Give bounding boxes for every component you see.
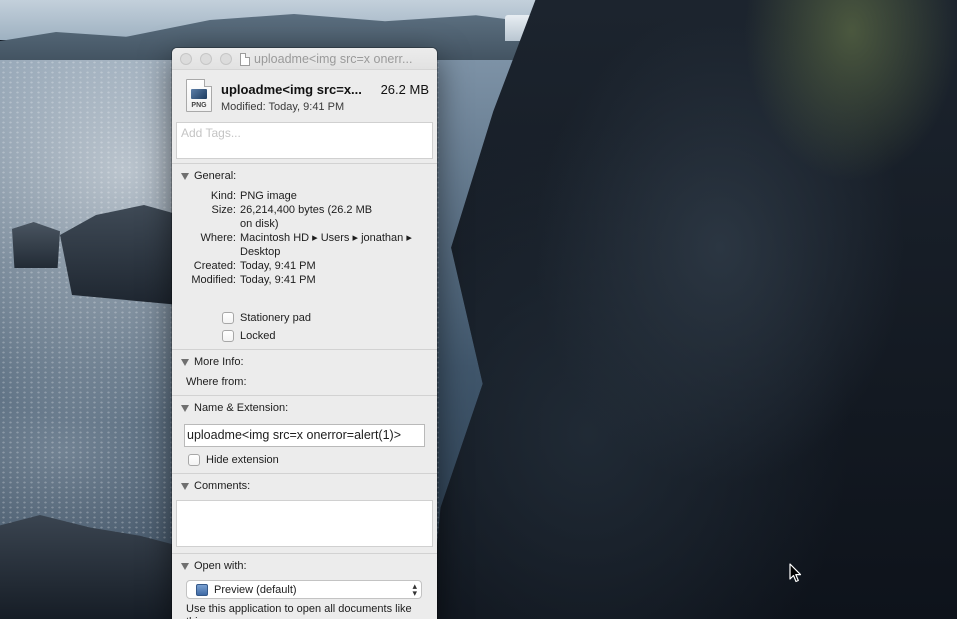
- stationery-pad-label: Stationery pad: [240, 312, 311, 324]
- kind-label: Kind:: [210, 190, 236, 202]
- popup-arrows-icon: ▴ ▾: [412, 580, 417, 598]
- minimize-icon[interactable]: [200, 53, 212, 65]
- hide-extension-label: Hide extension: [206, 454, 279, 466]
- comments-textarea[interactable]: [176, 500, 433, 547]
- close-icon[interactable]: [180, 53, 192, 65]
- locked-checkbox[interactable]: [222, 330, 234, 342]
- name-extension-header-label: Name & Extension:: [194, 402, 289, 414]
- name-extension-header[interactable]: Name & Extension:: [172, 400, 437, 416]
- disclosure-triangle-icon[interactable]: [181, 562, 189, 570]
- file-name: uploadme<img src=x...: [221, 82, 362, 97]
- modified-row: Modified: Today, 9:41 PM: [172, 273, 437, 287]
- size-value: 26,214,400 bytes (26.2 MB on disk): [240, 204, 373, 230]
- more-info-section: More Info: Where from:: [172, 349, 437, 395]
- where-value: Macintosh HD ▸ Users ▸ jonathan ▸ Deskto…: [240, 232, 412, 258]
- zoom-icon[interactable]: [220, 53, 232, 65]
- size-label: Size:: [211, 204, 236, 216]
- hide-extension-row[interactable]: Hide extension: [172, 451, 437, 469]
- window-title-text: uploadme<img src=x onerr...: [254, 52, 413, 66]
- locked-row[interactable]: Locked: [172, 327, 437, 345]
- more-info-header[interactable]: More Info:: [172, 354, 437, 370]
- modified-value: Today, 9:41 PM: [240, 274, 316, 286]
- window-title: uploadme<img src=x onerr...: [240, 52, 429, 66]
- document-icon: [240, 52, 250, 66]
- disclosure-triangle-icon[interactable]: [181, 172, 189, 180]
- file-modified: Modified: Today, 9:41 PM: [221, 101, 345, 113]
- image-preview-icon: [191, 89, 207, 99]
- created-row: Created: Today, 9:41 PM: [172, 259, 437, 273]
- stationery-pad-row[interactable]: Stationery pad: [172, 309, 437, 327]
- desktop-wallpaper: [0, 0, 957, 619]
- more-info-header-label: More Info:: [194, 356, 244, 368]
- stationery-pad-checkbox[interactable]: [222, 312, 234, 324]
- comments-section: Comments:: [172, 473, 437, 553]
- kind-row: Kind: PNG image: [172, 189, 437, 203]
- file-extension-badge: PNG: [191, 102, 207, 109]
- window-controls: [180, 53, 232, 65]
- kind-value: PNG image: [240, 190, 297, 202]
- get-info-window: uploadme<img src=x onerr... PNG uploadme…: [172, 48, 437, 619]
- created-value: Today, 9:41 PM: [240, 260, 316, 272]
- locked-label: Locked: [240, 330, 276, 342]
- where-label: Where:: [200, 232, 236, 244]
- where-from-label: Where from:: [186, 376, 247, 388]
- hide-extension-checkbox[interactable]: [188, 454, 200, 466]
- file-size: 26.2 MB: [380, 82, 429, 97]
- name-extension-section: Name & Extension: uploadme<img src=x one…: [172, 395, 437, 473]
- size-row: Size: 26,214,400 bytes (26.2 MB on disk): [172, 203, 437, 231]
- comments-header-label: Comments:: [194, 480, 251, 492]
- general-body: Kind: PNG image Size: 26,214,400 bytes (…: [172, 184, 437, 345]
- open-with-header-label: Open with:: [194, 560, 247, 572]
- open-with-section: Open with: Preview (default) ▴ ▾ Use this…: [172, 553, 437, 619]
- general-section: General: Kind: PNG image Size: 26,214,40…: [172, 163, 437, 349]
- open-with-header[interactable]: Open with:: [172, 558, 437, 574]
- file-header: PNG uploadme<img src=x... 26.2 MB Modifi…: [172, 70, 437, 122]
- disclosure-triangle-icon[interactable]: [181, 482, 189, 490]
- arrow-cursor-icon: [789, 563, 802, 583]
- preview-app-icon: [196, 583, 208, 596]
- tags-input[interactable]: Add Tags...: [176, 122, 433, 159]
- general-header[interactable]: General:: [172, 168, 437, 184]
- window-titlebar[interactable]: uploadme<img src=x onerr...: [172, 48, 437, 70]
- wallpaper-rock: [12, 222, 60, 268]
- where-row: Where: Macintosh HD ▸ Users ▸ jonathan ▸…: [172, 231, 437, 259]
- modified-label: Modified:: [191, 274, 236, 286]
- open-with-note: Use this application to open all documen…: [186, 603, 412, 619]
- file-name-input[interactable]: uploadme<img src=x onerror=alert(1)>: [184, 424, 425, 447]
- created-label: Created:: [193, 260, 236, 272]
- comments-header[interactable]: Comments:: [172, 478, 437, 494]
- disclosure-triangle-icon[interactable]: [181, 404, 189, 412]
- disclosure-triangle-icon[interactable]: [181, 358, 189, 366]
- png-file-icon: PNG: [186, 79, 212, 112]
- wallpaper-cliff: [430, 0, 957, 619]
- open-with-selected: Preview (default): [214, 583, 297, 596]
- open-with-popup[interactable]: Preview (default) ▴ ▾: [186, 580, 422, 599]
- general-header-label: General:: [194, 170, 237, 182]
